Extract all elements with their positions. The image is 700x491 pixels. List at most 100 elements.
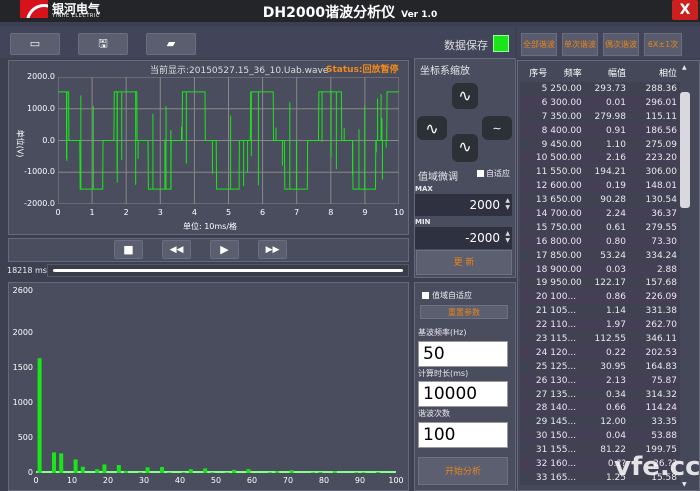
table-row[interactable]: 20 100... 0.86 226.09	[520, 290, 680, 305]
odd-harmonics-button[interactable]: 单次谐波	[562, 33, 598, 56]
table-row[interactable]: 22 110... 1.97 262.70	[520, 318, 680, 333]
table-row[interactable]: 29 145... 12.00 33.35	[520, 415, 680, 430]
scroll-up-icon[interactable]: ▲	[682, 64, 687, 71]
zoom-x-in-button[interactable]: ∿	[417, 116, 447, 140]
table-row[interactable]: 14 700.00 2.24 36.37	[520, 207, 680, 221]
cell-phase: 115.11	[629, 109, 680, 124]
table-row[interactable]: 11 550.00 194.21 306.00	[520, 165, 680, 180]
all-harmonics-button[interactable]: 全部谐波	[521, 33, 557, 56]
table-row[interactable]: 5 250.00 293.73 288.36	[520, 82, 680, 96]
table-row[interactable]: 27 135... 0.34 314.32	[520, 387, 680, 402]
y-tick-label: 2000.0	[27, 72, 55, 81]
table-row[interactable]: 16 800.00 0.80 73.30	[520, 234, 680, 249]
cell-frequency: 900.00	[550, 262, 585, 277]
table-row[interactable]: 25 125... 30.95 164.83	[520, 359, 680, 374]
cell-phase: 334.24	[629, 248, 680, 263]
table-row[interactable]: 6 300.00 0.01 296.01	[520, 95, 680, 110]
rewind-button[interactable]: ◀◀	[162, 240, 191, 259]
min-input[interactable]: -2000 ▲ ▼	[415, 227, 512, 249]
cell-amplitude: 30.95	[584, 359, 630, 374]
playback-slider[interactable]	[47, 264, 409, 277]
table-row[interactable]: 26 130... 2.13 75.87	[520, 373, 680, 388]
zoom-y-out-button[interactable]: ∿	[452, 134, 478, 162]
cell-index: 27	[520, 387, 551, 402]
cell-index: 14	[520, 207, 551, 221]
table-row[interactable]: 19 950.00 122.17 157.68	[520, 276, 680, 291]
close-button[interactable]: X	[672, 0, 698, 20]
auto-range-all-checkbox[interactable]	[422, 292, 429, 299]
harmonic-order-input[interactable]: 100	[418, 422, 508, 448]
table-row[interactable]: 28 140... 0.66 114.24	[520, 401, 680, 416]
fast-forward-button[interactable]: ▶▶	[258, 240, 287, 259]
col-phase[interactable]: 相位	[629, 62, 680, 82]
cell-frequency: 400.00	[550, 123, 585, 138]
cell-amplitude: 279.98	[584, 109, 630, 124]
table-row[interactable]: 24 120... 0.22 202.53	[520, 345, 680, 360]
table-row[interactable]: 23 115... 112.55 346.11	[520, 332, 680, 346]
open-folder-button[interactable]: ▰	[146, 33, 196, 55]
table-row[interactable]: 8 400.00 0.91 186.56	[520, 123, 680, 138]
spectrum-plot	[36, 358, 396, 473]
even-harmonics-button[interactable]: 偶次谐波	[603, 33, 639, 56]
cell-frequency: 105...	[550, 304, 585, 319]
spectrum-bar	[318, 471, 323, 473]
y-tick-label: 2000	[12, 328, 33, 337]
scroll-down-icon[interactable]: ▼	[682, 481, 687, 488]
table-row[interactable]: 15 750.00 0.61 279.55	[520, 220, 680, 235]
zoom-y-in-button[interactable]: ∿	[452, 83, 478, 109]
x-tick-label: 20	[102, 476, 114, 485]
save-button[interactable]: 🖫	[78, 33, 128, 55]
playback-bar	[8, 238, 409, 262]
col-index[interactable]: 序号	[520, 62, 550, 82]
table-row[interactable]: 9 450.00 1.10 275.09	[520, 137, 680, 152]
table-row[interactable]: 30 150... 0.04 53.88	[520, 429, 680, 444]
reset-params-button[interactable]: 重置参数	[420, 305, 508, 319]
update-button[interactable]: 更 新	[416, 250, 512, 275]
cell-index: 31	[520, 443, 551, 458]
spinner-icon[interactable]: ▲ ▼	[505, 197, 510, 211]
spectrum-bar	[124, 470, 128, 473]
duration-input[interactable]: 10000	[418, 381, 508, 407]
table-row[interactable]: 18 900.00 0.03 2.88	[520, 262, 680, 277]
x-tick-label: 5	[225, 208, 232, 217]
min-value: -2000	[465, 231, 500, 245]
auto-range-checkbox[interactable]	[477, 170, 484, 177]
y-axis-label: 单位(V)	[15, 129, 25, 158]
table-row[interactable]: 10 500.00 2.16 223.20	[520, 151, 680, 166]
start-analysis-button[interactable]: 开始分析	[418, 457, 508, 485]
6x-harmonics-button[interactable]: 6X±1次	[644, 33, 682, 56]
spectrum-bar	[138, 472, 143, 473]
max-input[interactable]: 2000 ▲ ▼	[415, 194, 512, 216]
cell-index: 25	[520, 359, 551, 374]
table-scrollbar-thumb[interactable]	[680, 92, 690, 208]
cell-frequency: 250.00	[550, 82, 585, 96]
fundamental-freq-input[interactable]: 50	[418, 341, 508, 367]
cell-amplitude: 2.24	[584, 207, 630, 221]
version-text: Ver 1.0	[401, 10, 438, 20]
cell-phase: 2.88	[629, 262, 680, 277]
table-row[interactable]: 17 850.00 53.24 334.24	[520, 248, 680, 263]
play-button[interactable]: ▶	[210, 240, 239, 259]
col-amplitude[interactable]: 幅值	[585, 62, 629, 82]
video-button[interactable]: ▭	[10, 33, 60, 55]
table-row[interactable]: 7 350.00 279.98 115.11	[520, 109, 680, 124]
save-status-led	[493, 35, 509, 52]
freq-label: 基波频率(Hz)	[418, 328, 467, 337]
cell-phase: 36.37	[629, 207, 680, 221]
spectrum-bar	[167, 472, 172, 473]
stop-button[interactable]: ■	[114, 240, 143, 259]
x-tick-label: 2	[123, 208, 129, 217]
cell-amplitude: 194.21	[584, 165, 630, 180]
range-title: 值域微调	[418, 172, 458, 183]
table-row[interactable]: 13 650.00 90.28 130.54	[520, 193, 680, 208]
cell-frequency: 110...	[550, 318, 585, 333]
spinner-icon[interactable]: ▲ ▼	[505, 230, 510, 244]
col-frequency[interactable]: 频率	[550, 62, 585, 82]
cell-phase: 148.01	[629, 179, 680, 194]
zoom-x-out-button[interactable]: ∼	[482, 116, 512, 140]
table-row[interactable]: 21 105... 1.14 331.38	[520, 304, 680, 319]
cell-index: 22	[520, 318, 551, 333]
cell-amplitude: 0.86	[584, 290, 630, 305]
table-row[interactable]: 12 600.00 0.19 148.01	[520, 179, 680, 194]
cell-frequency: 650.00	[550, 193, 585, 208]
